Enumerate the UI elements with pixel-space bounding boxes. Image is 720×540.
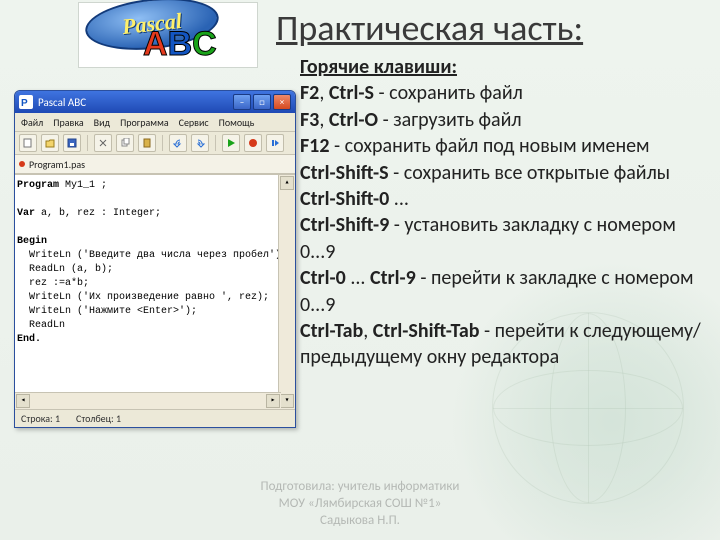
hotkeys-block: Горячие клавиши: F2, Ctrl-S - сохранить … [300,54,710,371]
scroll-right-icon[interactable]: ▸ [266,394,280,408]
hotkey-line: Ctrl-Tab, Ctrl-Shift-Tab - перейти к сле… [300,318,710,371]
svg-text:P: P [21,98,28,109]
code-line: ReadLn (a, b); [17,263,293,277]
code-editor[interactable]: Program My1_1 ; Var a, b, rez : Integer;… [15,174,295,409]
hotkey-line: F12 - сохранить файл под новым именем [300,133,710,159]
menu-item[interactable]: Помощь [219,116,255,129]
menu-item[interactable]: Правка [53,116,83,129]
menu-item[interactable]: Сервис [179,116,209,129]
new-file-icon[interactable] [19,134,37,152]
pascal-app-window: P Pascal ABC – □ × Файл Правка Вид Прогр… [14,90,296,428]
close-button[interactable]: × [273,94,291,110]
cut-icon[interactable] [94,134,112,152]
app-icon: P [19,95,33,109]
save-icon[interactable] [63,134,81,152]
redo-icon[interactable] [191,134,209,152]
paste-icon[interactable] [138,134,156,152]
copy-icon[interactable] [116,134,134,152]
code-line: WriteLn ('Введите два числа через пробел… [17,249,293,263]
menu-item[interactable]: Программа [120,116,169,129]
status-col: Столбец: 1 [76,412,121,425]
run-icon[interactable] [222,134,240,152]
hotkey-line: Ctrl-0 ... Ctrl-9 - перейти к закладке с… [300,265,710,318]
minimize-button[interactable]: – [233,94,251,110]
code-line: Begin [17,235,293,249]
code-line: Program My1_1 ; [17,179,293,193]
menu-item[interactable]: Вид [94,116,110,129]
tab-modified-dot-icon [19,161,25,167]
horizontal-scrollbar[interactable]: ◂ ▸ [15,392,281,409]
editor-tabs: Program1.pas [15,155,295,174]
page-title: Практическая часть: [276,6,583,50]
toolbar [15,132,295,155]
menu-item[interactable]: Файл [21,116,43,129]
code-line: ReadLn [17,319,293,333]
hotkey-line: F2, Ctrl-S - сохранить файл [300,80,710,106]
code-line: WriteLn ('Их произведение равно ', rez); [17,291,293,305]
titlebar-text: Pascal ABC [38,96,228,109]
logo-abc-letters: ABC [143,25,217,64]
code-line: rez :=a*b; [17,277,293,291]
code-line: Var a, b, rez : Integer; [17,207,293,221]
menu-bar: Файл Правка Вид Программа Сервис Помощь [15,113,295,132]
editor-tab[interactable]: Program1.pas [29,158,85,171]
status-bar: Строка: 1 Столбец: 1 [15,409,295,426]
stop-icon[interactable] [244,134,262,152]
open-file-icon[interactable] [41,134,59,152]
window-controls: – □ × [233,94,291,110]
titlebar: P Pascal ABC – □ × [15,91,295,113]
hotkeys-header: Горячие клавиши: [300,54,710,80]
scroll-down-icon[interactable]: ▾ [280,394,294,408]
code-line: End. [17,333,293,347]
maximize-button[interactable]: □ [253,94,271,110]
vertical-scrollbar[interactable]: ▴ ▾ [278,175,295,409]
undo-icon[interactable] [169,134,187,152]
credit-footer: Подготовила: учитель информатики МОУ «Ля… [0,479,720,530]
hotkey-line: F3, Ctrl-O - загрузить файл [300,107,710,133]
code-line [17,221,293,235]
pascal-abc-logo: Pascal ABC [78,2,258,68]
step-icon[interactable] [266,134,284,152]
hotkey-line: Ctrl-Shift-S - сохранить все открытые фа… [300,160,710,213]
code-line: WriteLn ('Нажмите <Enter>'); [17,305,293,319]
scroll-left-icon[interactable]: ◂ [16,394,30,408]
code-line [17,193,293,207]
scroll-up-icon[interactable]: ▴ [280,176,294,190]
hotkey-line: Ctrl-Shift-9 - установить закладку с ном… [300,212,710,265]
status-row: Строка: 1 [21,412,60,425]
